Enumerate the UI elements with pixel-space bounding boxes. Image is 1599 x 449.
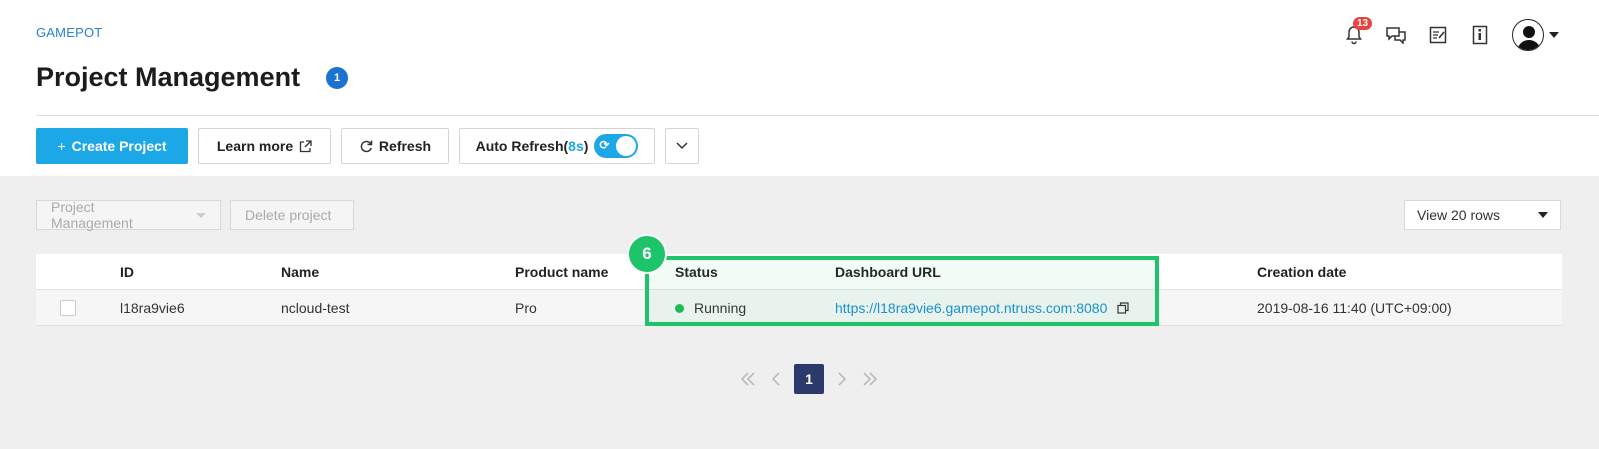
cell-product: Pro bbox=[515, 300, 537, 316]
plus-icon: + bbox=[57, 138, 66, 154]
toggle-knob bbox=[616, 136, 637, 156]
double-chevron-left-icon bbox=[740, 372, 755, 386]
next-page-button[interactable] bbox=[828, 364, 856, 394]
last-page-button[interactable] bbox=[856, 364, 884, 394]
project-management-dropdown[interactable]: Project Management bbox=[36, 199, 221, 231]
project-management-dropdown-label: Project Management bbox=[51, 199, 133, 231]
double-chevron-right-icon bbox=[863, 372, 878, 386]
rows-per-page-select[interactable]: View 20 rows bbox=[1404, 200, 1561, 230]
delete-project-label: Delete project bbox=[245, 207, 332, 223]
header-product-name[interactable]: Product name bbox=[515, 254, 608, 290]
cycle-icon: ⟳ bbox=[599, 138, 610, 152]
row-checkbox-cell bbox=[60, 290, 76, 326]
create-project-label: Create Project bbox=[71, 138, 167, 154]
notification-count-badge: 13 bbox=[1353, 17, 1373, 30]
refresh-button[interactable]: Refresh bbox=[341, 128, 449, 164]
auto-refresh-label: Auto Refresh( bbox=[475, 138, 569, 154]
info-book-button[interactable] bbox=[1466, 21, 1494, 49]
auto-refresh-interval: 8s bbox=[568, 138, 584, 154]
delete-project-button[interactable]: Delete project bbox=[230, 200, 354, 230]
caret-down-icon bbox=[196, 212, 206, 218]
header-divider bbox=[36, 115, 1599, 116]
rows-per-page-value: View 20 rows bbox=[1417, 207, 1501, 223]
info-badge[interactable]: 1 bbox=[326, 67, 348, 89]
caret-down-icon bbox=[1538, 212, 1548, 218]
header-icons: 13 bbox=[1326, 17, 1559, 51]
page-number-current[interactable]: 1 bbox=[794, 364, 824, 394]
row-checkbox[interactable] bbox=[60, 300, 76, 316]
auto-refresh-label-close: ) bbox=[583, 138, 589, 154]
notification-button[interactable]: 13 bbox=[1340, 17, 1373, 49]
refresh-label: Refresh bbox=[378, 138, 432, 154]
first-page-button[interactable] bbox=[734, 364, 762, 394]
chevron-down-icon bbox=[1549, 32, 1559, 38]
user-icon bbox=[1517, 26, 1541, 50]
header-id[interactable]: ID bbox=[120, 254, 134, 290]
create-project-button[interactable]: + Create Project bbox=[36, 128, 188, 164]
pagination: 1 bbox=[734, 364, 884, 394]
chat-button[interactable] bbox=[1382, 21, 1410, 49]
user-menu[interactable] bbox=[1512, 19, 1559, 51]
learn-more-button[interactable]: Learn more bbox=[198, 128, 331, 164]
brand-label[interactable]: GAMEPOT bbox=[36, 25, 102, 40]
memo-button[interactable] bbox=[1424, 21, 1452, 49]
cell-name: ncloud-test bbox=[281, 300, 350, 316]
auto-refresh-control: Auto Refresh(8s) ⟳ bbox=[459, 128, 655, 164]
step-marker: 6 bbox=[627, 234, 667, 274]
info-book-icon bbox=[1472, 25, 1488, 45]
refresh-icon bbox=[360, 140, 373, 153]
chevron-down-icon bbox=[676, 142, 688, 150]
chevron-right-icon bbox=[838, 372, 847, 386]
highlight-box bbox=[645, 256, 1159, 326]
header-name[interactable]: Name bbox=[281, 254, 319, 290]
chevron-left-icon bbox=[771, 372, 780, 386]
header-creation-date[interactable]: Creation date bbox=[1257, 254, 1346, 290]
header-area: GAMEPOT Project Management 1 13 + Create… bbox=[0, 0, 1599, 176]
chat-icon bbox=[1386, 27, 1406, 44]
cell-id: l18ra9vie6 bbox=[120, 300, 185, 316]
avatar bbox=[1512, 19, 1544, 51]
edit-note-icon bbox=[1429, 26, 1447, 44]
page-title: Project Management bbox=[36, 62, 301, 92]
learn-more-label: Learn more bbox=[216, 138, 294, 154]
prev-page-button[interactable] bbox=[762, 364, 790, 394]
auto-refresh-toggle[interactable]: ⟳ bbox=[594, 134, 639, 158]
more-options-button[interactable] bbox=[665, 128, 699, 164]
external-link-icon bbox=[299, 139, 312, 152]
cell-creation-date: 2019-08-16 11:40 (UTC+09:00) bbox=[1257, 300, 1452, 316]
